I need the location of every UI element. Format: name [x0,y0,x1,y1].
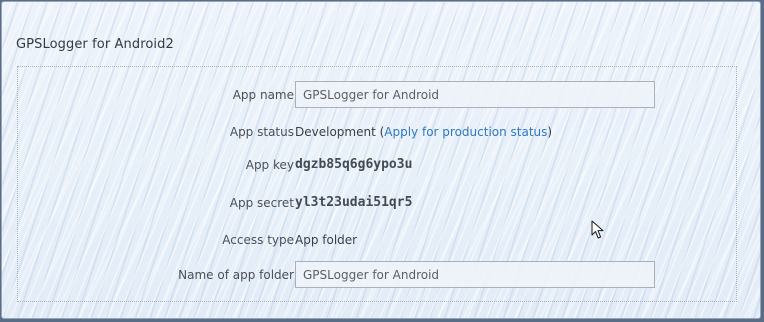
mouse-pointer-icon [591,220,604,239]
access-type-value: App folder [295,233,358,247]
app-status-text: Development ( [295,125,385,139]
app-folder-row: Name of app folder [18,261,736,289]
app-status-row: App status Development (Apply for produc… [18,118,736,146]
app-name-input[interactable] [295,81,655,108]
app-key-value: dgzb85q6g6ypo3u [295,157,413,172]
app-name-label: App name [232,88,294,102]
app-folder-label: Name of app folder [178,268,294,282]
app-folder-input[interactable] [295,261,655,288]
apply-production-status-link[interactable]: Apply for production status [384,125,547,139]
app-secret-label: App secret [229,196,294,210]
app-status-label: App status [229,125,294,139]
app-details-fieldset: App name App status Development (Apply f… [17,66,737,302]
app-secret-value: yl3t23udai51qr5 [295,195,413,210]
app-key-row: App key dgzb85q6g6ypo3u [18,151,736,179]
access-type-row: Access type App folder [18,226,736,254]
app-secret-row: App secret yl3t23udai51qr5 [18,189,736,217]
section-title: GPSLogger for Android2 [16,37,174,52]
app-status-text-end: ) [547,125,553,139]
app-settings-panel: GPSLogger for Android2 App name App stat… [1,1,761,319]
access-type-label: Access type [222,233,294,247]
app-name-row: App name [18,81,736,109]
app-status-value: Development (Apply for production status… [295,118,552,146]
app-key-label: App key [245,158,294,172]
